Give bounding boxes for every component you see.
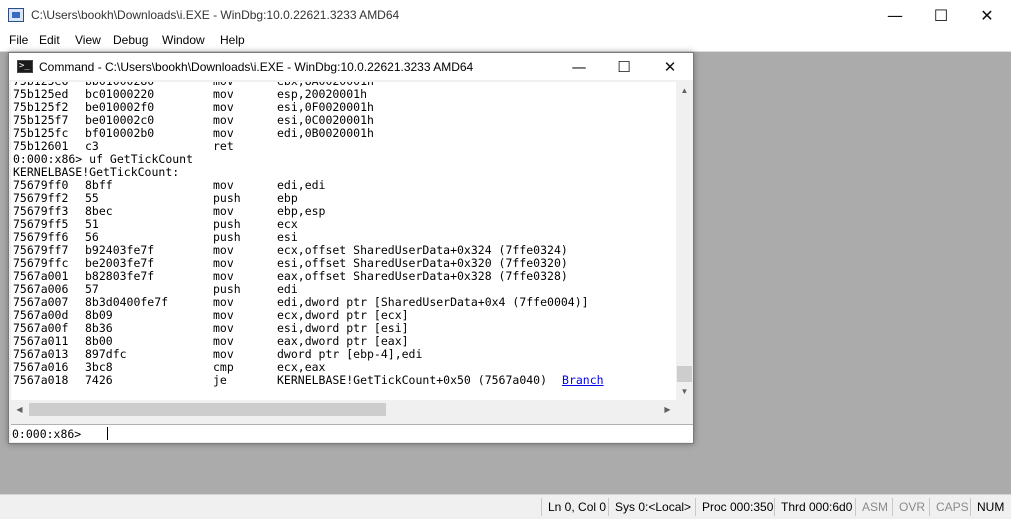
scroll-left-arrow-icon[interactable]: ◀ — [11, 401, 28, 418]
command-input[interactable] — [100, 426, 690, 441]
menu-window[interactable]: Window — [162, 33, 205, 47]
close-button[interactable]: ✕ — [964, 0, 1010, 31]
disasm-bytes: 8bec — [85, 204, 113, 218]
menu-edit[interactable]: Edit — [39, 33, 60, 47]
command-output[interactable]: 75b125e6bb01000280movebx,8A0020001h75b12… — [11, 82, 676, 400]
menu-debug[interactable]: Debug — [113, 33, 148, 47]
disassembly-listing: 75b125e6bb01000280movebx,8A0020001h75b12… — [13, 82, 604, 387]
horizontal-scroll-thumb[interactable] — [29, 403, 386, 416]
vertical-scrollbar[interactable]: ▲ ▼ — [676, 82, 693, 400]
status-caps: CAPS — [929, 498, 969, 516]
status-asm: ASM — [855, 498, 891, 516]
command-minimize-button[interactable]: — — [556, 53, 602, 80]
horizontal-scrollbar[interactable]: ◀ ▶ — [11, 401, 676, 418]
disasm-line: 7567a001 b82803fe7f mov eax,offset SharedUs… — [13, 270, 604, 283]
disasm-operands: eax,offset SharedUserData+0x328 (7ffe032… — [277, 269, 568, 283]
disasm-mnemonic: ret — [213, 139, 234, 153]
text-caret — [107, 427, 108, 440]
scroll-up-arrow-icon[interactable]: ▲ — [676, 82, 693, 99]
branch-link[interactable]: Branch — [562, 374, 604, 387]
disasm-operands: edi,0B0020001h — [277, 126, 374, 140]
disasm-bytes: 51 — [85, 217, 99, 231]
disasm-line: 75b125fc bf010002b0 mov edi,0B0020001h — [13, 127, 604, 140]
main-window-title: C:\Users\bookh\Downloads\i.EXE - WinDbg:… — [31, 8, 400, 22]
command-window-title: Command - C:\Users\bookh\Downloads\i.EXE… — [39, 60, 474, 74]
scroll-right-arrow-icon[interactable]: ▶ — [659, 401, 676, 418]
command-window: >_ Command - C:\Users\bookh\Downloads\i.… — [8, 52, 694, 444]
status-thread: Thrd 000:6d0 — [774, 498, 854, 516]
disasm-line: 75679ff0 8bff mov edi,edi — [13, 179, 604, 192]
menu-file[interactable]: File — [9, 33, 28, 47]
main-title-bar[interactable]: C:\Users\bookh\Downloads\i.EXE - WinDbg:… — [0, 0, 1011, 31]
disasm-line: 7567a018 7426 je KERNELBASE!GetTickCount+0x… — [13, 374, 604, 387]
menu-view[interactable]: View — [75, 33, 101, 47]
command-prompt: 0:000:x86> — [12, 427, 82, 441]
scroll-down-arrow-icon[interactable]: ▼ — [676, 383, 693, 400]
menu-help[interactable]: Help — [220, 33, 245, 47]
disasm-bytes: b82803fe7f — [85, 269, 155, 283]
status-ovr: OVR — [892, 498, 928, 516]
windbg-app-icon — [8, 8, 24, 22]
command-input-row: 0:000:x86> — [11, 424, 693, 442]
minimize-button[interactable]: — — [872, 0, 918, 31]
disasm-line: 75679ff3 8bec mov ebp,esp — [13, 205, 604, 218]
status-line-col: Ln 0, Col 0 — [541, 498, 606, 516]
status-system: Sys 0:<Local> — [608, 498, 694, 516]
vertical-scroll-thumb[interactable] — [677, 366, 692, 382]
disasm-address: 7567a018 — [13, 373, 69, 387]
menu-bar: File Edit View Debug Window Help — [0, 31, 1011, 52]
disasm-line: 75679ff5 51 push ecx — [13, 218, 604, 231]
disasm-bytes: 7426 — [85, 373, 113, 387]
console-icon: >_ — [17, 60, 33, 73]
command-close-button[interactable]: ✕ — [647, 53, 693, 80]
disasm-operands: KERNELBASE!GetTickCount+0x50 (7567a040) — [277, 373, 548, 387]
command-maximize-button[interactable]: ☐ — [601, 53, 647, 80]
disasm-mnemonic: je — [213, 373, 227, 387]
disasm-bytes: 8bff — [85, 178, 113, 192]
maximize-button[interactable]: ☐ — [918, 0, 964, 31]
status-process: Proc 000:350 — [695, 498, 773, 516]
disasm-bytes: bf010002b0 — [85, 126, 155, 140]
status-bar: Ln 0, Col 0 Sys 0:<Local> Proc 000:350 T… — [0, 494, 1011, 519]
command-window-title-bar[interactable]: >_ Command - C:\Users\bookh\Downloads\i.… — [9, 53, 693, 80]
status-num: NUM — [970, 498, 1011, 516]
